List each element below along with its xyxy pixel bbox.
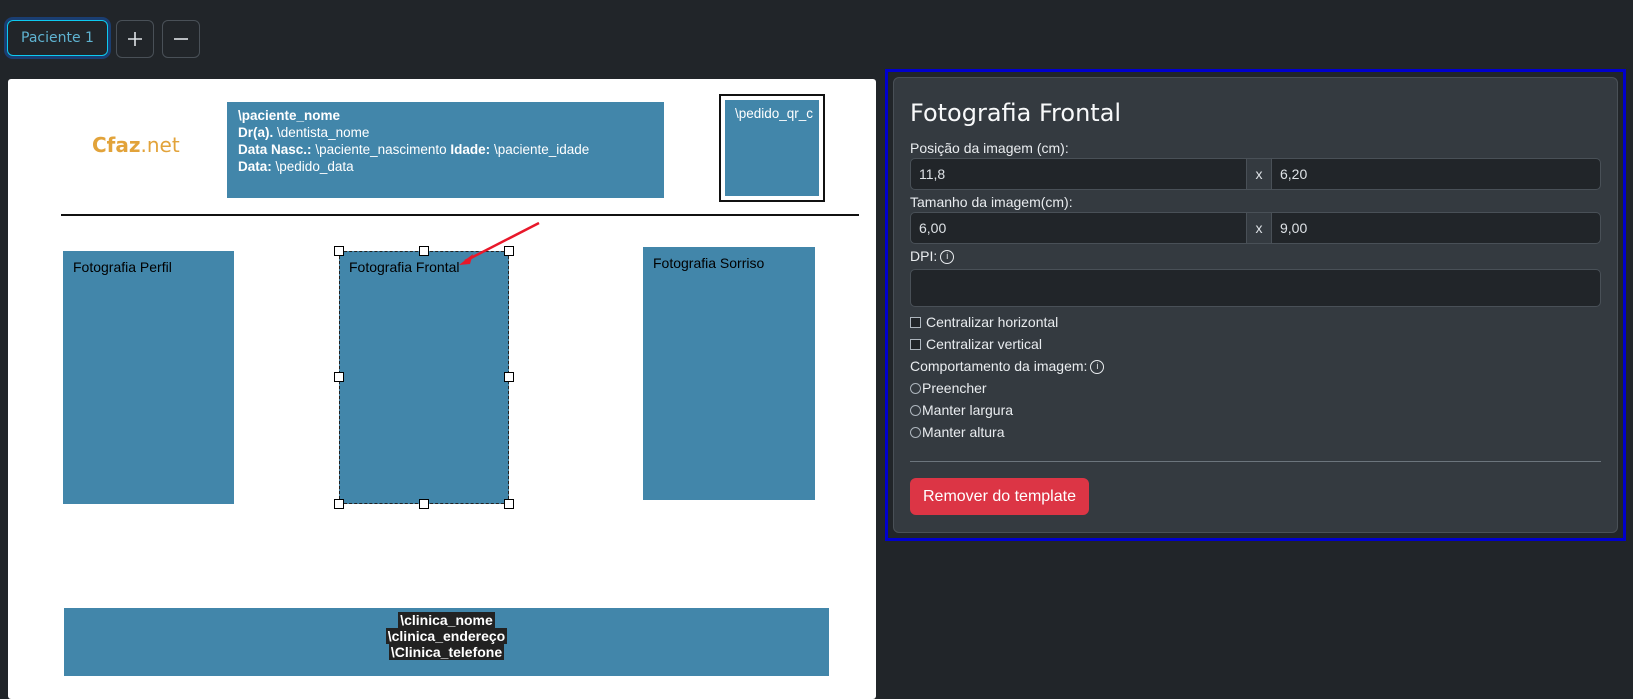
radio-keep-width-label: Manter largura	[922, 402, 1014, 418]
clinic-footer-block[interactable]: \clinica_nome \clinica_endereço \Clinica…	[64, 608, 829, 676]
center-vertical-checkbox[interactable]	[910, 338, 921, 350]
resize-handle-bl[interactable]	[334, 499, 344, 509]
dentist-var: \dentista_nome	[277, 125, 370, 140]
resize-handle-b[interactable]	[419, 499, 429, 509]
info-icon[interactable]: i	[940, 250, 955, 265]
patient-name-var: \paciente_nome	[238, 108, 341, 123]
resize-handle-l[interactable]	[334, 372, 344, 382]
size-separator: x	[1247, 212, 1271, 244]
clinic-name-var: \clinica_nome	[398, 612, 495, 628]
photo-profile-label: Fotografia Perfil	[73, 259, 172, 275]
toolbar: Paciente 1	[7, 20, 200, 58]
resize-handle-t[interactable]	[419, 246, 429, 256]
red-arrow-annotation	[459, 221, 540, 265]
behavior-label-row: Comportamento da imagem: i	[910, 355, 1601, 377]
radio-fill[interactable]	[910, 382, 921, 394]
template-canvas[interactable]: Cfaz.net \paciente_nome Dr(a). \dentista…	[8, 79, 876, 699]
radio-fill-label: Preencher	[922, 380, 987, 396]
center-horizontal-row[interactable]: Centralizar horizontal	[910, 311, 1601, 333]
position-label: Posição da imagem (cm):	[910, 140, 1069, 156]
patient-info-block[interactable]: \paciente_nome Dr(a). \dentista_nome Dat…	[227, 102, 664, 198]
dpi-input[interactable]	[910, 269, 1601, 307]
logo-text-1: Cfaz	[92, 133, 141, 157]
radio-fill-row[interactable]: Preencher	[910, 377, 1601, 399]
remove-button[interactable]	[161, 20, 200, 58]
dpi-label-row: DPI: i	[910, 246, 1601, 266]
panel-title: Fotografia Frontal	[910, 99, 1122, 127]
radio-keep-width-row[interactable]: Manter largura	[910, 399, 1601, 421]
minus-icon	[173, 38, 188, 40]
clinic-phone-var: \Clinica_telefone	[388, 644, 505, 660]
properties-panel: Fotografia Frontal Posição da imagem (cm…	[893, 77, 1618, 533]
tab-paciente-1[interactable]: Paciente 1	[7, 20, 108, 56]
cfaz-logo: Cfaz.net	[92, 133, 180, 157]
logo-text-2: .net	[140, 133, 180, 157]
age-var: \paciente_idade	[493, 142, 590, 157]
size-label: Tamanho da imagem(cm):	[910, 194, 1073, 210]
behavior-label: Comportamento da imagem:	[910, 358, 1088, 374]
date-var: \pedido_data	[275, 159, 354, 174]
resize-handle-tl[interactable]	[334, 246, 344, 256]
size-row: 6,00 x 9,00	[910, 212, 1601, 244]
position-y-input[interactable]: 6,20	[1271, 158, 1601, 190]
photo-smile-label: Fotografia Sorriso	[653, 255, 765, 271]
center-horizontal-label: Centralizar horizontal	[926, 314, 1059, 330]
position-x-input[interactable]: 11,8	[910, 158, 1247, 190]
position-separator: x	[1247, 158, 1271, 190]
center-horizontal-checkbox[interactable]	[910, 316, 921, 328]
center-vertical-label: Centralizar vertical	[926, 336, 1042, 352]
radio-keep-height-label: Manter altura	[922, 424, 1005, 440]
resize-handle-br[interactable]	[504, 499, 514, 509]
width-input[interactable]: 6,00	[910, 212, 1247, 244]
photo-profile-block[interactable]: Fotografia Perfil	[63, 251, 234, 504]
qr-code-block[interactable]: \pedido_qr_c	[719, 94, 825, 202]
panel-divider	[910, 461, 1601, 462]
birth-var: \paciente_nascimento	[315, 142, 447, 157]
header-divider	[61, 214, 859, 216]
radio-keep-height[interactable]	[910, 426, 921, 438]
plus-icon	[127, 32, 142, 46]
height-input[interactable]: 9,00	[1271, 212, 1601, 244]
radio-keep-width[interactable]	[910, 404, 921, 416]
remove-from-template-button[interactable]: Remover do template	[910, 478, 1089, 515]
age-label: Idade:	[450, 142, 491, 157]
radio-keep-height-row[interactable]: Manter altura	[910, 421, 1601, 443]
qr-label: \pedido_qr_c	[725, 100, 819, 196]
photo-smile-block[interactable]: Fotografia Sorriso	[643, 247, 815, 500]
clinic-address-var: \clinica_endereço	[385, 628, 508, 644]
info-icon[interactable]: i	[1090, 360, 1105, 375]
add-button[interactable]	[115, 20, 154, 58]
date-label: Data:	[238, 159, 272, 174]
birth-label: Data Nasc.:	[238, 142, 312, 157]
resize-handle-r[interactable]	[504, 372, 514, 382]
center-vertical-row[interactable]: Centralizar vertical	[910, 333, 1601, 355]
dpi-label: DPI:	[910, 248, 938, 264]
position-row: 11,8 x 6,20	[910, 158, 1601, 190]
dentist-label: Dr(a).	[238, 125, 274, 140]
selection-outline	[339, 251, 509, 504]
